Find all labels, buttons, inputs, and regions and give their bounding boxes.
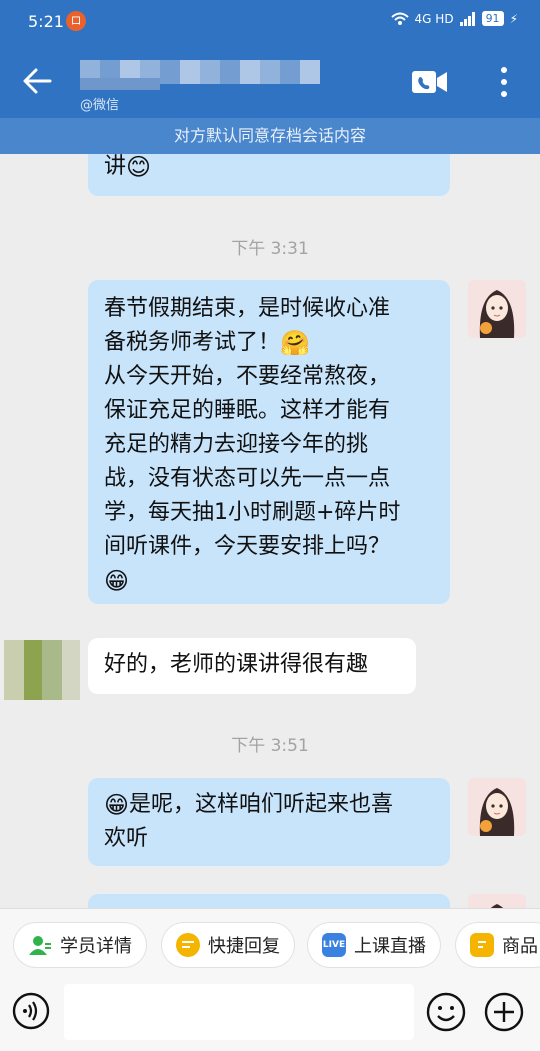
live-class-button[interactable]: LIVE 上课直播 — [308, 923, 440, 967]
chip-label: 上课直播 — [354, 936, 426, 957]
user-icon — [29, 936, 51, 955]
message-text: 讲 — [104, 154, 127, 179]
battery-icon: 91 — [481, 11, 504, 26]
signal-icon — [459, 11, 475, 26]
message-timestamp: 下午 3:51 — [231, 736, 309, 756]
message-bubble-self[interactable]: 😁是呢，这样咱们听起来也喜 欢听 — [88, 778, 450, 866]
message-bubble-self-partial[interactable] — [88, 894, 450, 908]
anime-girl-avatar-icon — [468, 778, 526, 836]
emoji-picker-icon[interactable] — [426, 992, 466, 1032]
chip-label: 学员详情 — [60, 936, 132, 957]
chat-header: @微信 — [0, 44, 540, 118]
notification-icon: ロ — [66, 11, 86, 31]
message-timestamp: 下午 3:31 — [231, 239, 309, 259]
message-line: 保证充足的睡眠。这样才能有 — [104, 398, 391, 423]
message-bubble-self[interactable]: 讲😊 — [88, 154, 450, 196]
plus-icon[interactable] — [484, 992, 524, 1032]
self-avatar[interactable] — [468, 280, 526, 338]
chip-label: 商品 — [502, 936, 538, 957]
contact-name-blurred-2 — [80, 78, 160, 90]
message-line: 是呢，这样咱们听起来也喜 — [129, 792, 394, 817]
live-icon: LIVE — [322, 933, 346, 957]
product-icon — [470, 933, 494, 957]
message-bubble-self[interactable]: 春节假期结束，是时候收心准 备税务师考试了！🤗 从今天开始，不要经常熬夜， 保证… — [88, 280, 450, 604]
product-button[interactable]: 商品 — [456, 923, 540, 967]
reply-icon — [176, 933, 200, 957]
message-text: 好的，老师的课讲得很有趣 — [104, 652, 369, 677]
smile-emoji-icon: 😊 — [126, 154, 152, 181]
wifi-icon — [390, 12, 409, 25]
contact-subtitle: @微信 — [80, 98, 120, 113]
anime-girl-avatar-icon — [468, 280, 526, 338]
chip-label: 快捷回复 — [208, 936, 280, 957]
message-list[interactable]: 讲😊 下午 3:31 春节假期结束，是时候收心准 备税务师考试了！🤗 从今天开始… — [0, 154, 540, 908]
self-avatar[interactable] — [468, 778, 526, 836]
anime-girl-avatar-icon — [468, 894, 526, 908]
status-time: 5:21 — [28, 12, 64, 31]
message-line: 充足的精力去迎接今年的挑 — [104, 432, 369, 457]
message-line: 从今天开始，不要经常熬夜， — [104, 364, 391, 389]
status-bar: 5:21 ロ 4G HD 91 ⚡ — [0, 0, 540, 44]
message-input[interactable] — [64, 984, 414, 1040]
message-bubble-other[interactable]: 好的，老师的课讲得很有趣 — [88, 638, 416, 694]
message-line: 学，每天抽1小时刷题+碎片时 — [104, 500, 401, 525]
message-line: 战，没有状态可以先一点一点 — [104, 466, 391, 491]
quick-action-bar: 学员详情 快捷回复 LIVE 上课直播 商品 — [0, 908, 540, 981]
message-line: 间听课件，今天要安排上吗？ — [104, 534, 391, 559]
network-label: 4G HD — [414, 11, 454, 26]
quick-reply-button[interactable]: 快捷回复 — [162, 923, 294, 967]
archive-notice: 对方默认同意存档会话内容 — [0, 118, 540, 154]
input-bar — [0, 980, 540, 1051]
video-call-icon[interactable] — [410, 68, 450, 96]
message-line: 春节假期结束，是时候收心准 — [104, 296, 391, 321]
contact-avatar-blurred[interactable] — [4, 640, 80, 700]
grin-emoji-icon: 😁 — [104, 791, 130, 819]
message-line: 备税务师考试了！ — [104, 330, 281, 355]
status-icons: 4G HD 91 ⚡ — [390, 11, 518, 26]
voice-input-icon[interactable] — [12, 992, 50, 1030]
student-details-button[interactable]: 学员详情 — [14, 923, 146, 967]
charging-icon: ⚡ — [509, 11, 518, 26]
message-line: 欢听 — [104, 826, 149, 851]
self-avatar[interactable] — [468, 894, 526, 908]
grin-emoji-icon: 😁 — [104, 567, 130, 595]
more-menu-icon[interactable] — [492, 64, 516, 100]
back-arrow-icon[interactable] — [20, 64, 54, 98]
hug-emoji-icon: 🤗 — [280, 329, 310, 357]
